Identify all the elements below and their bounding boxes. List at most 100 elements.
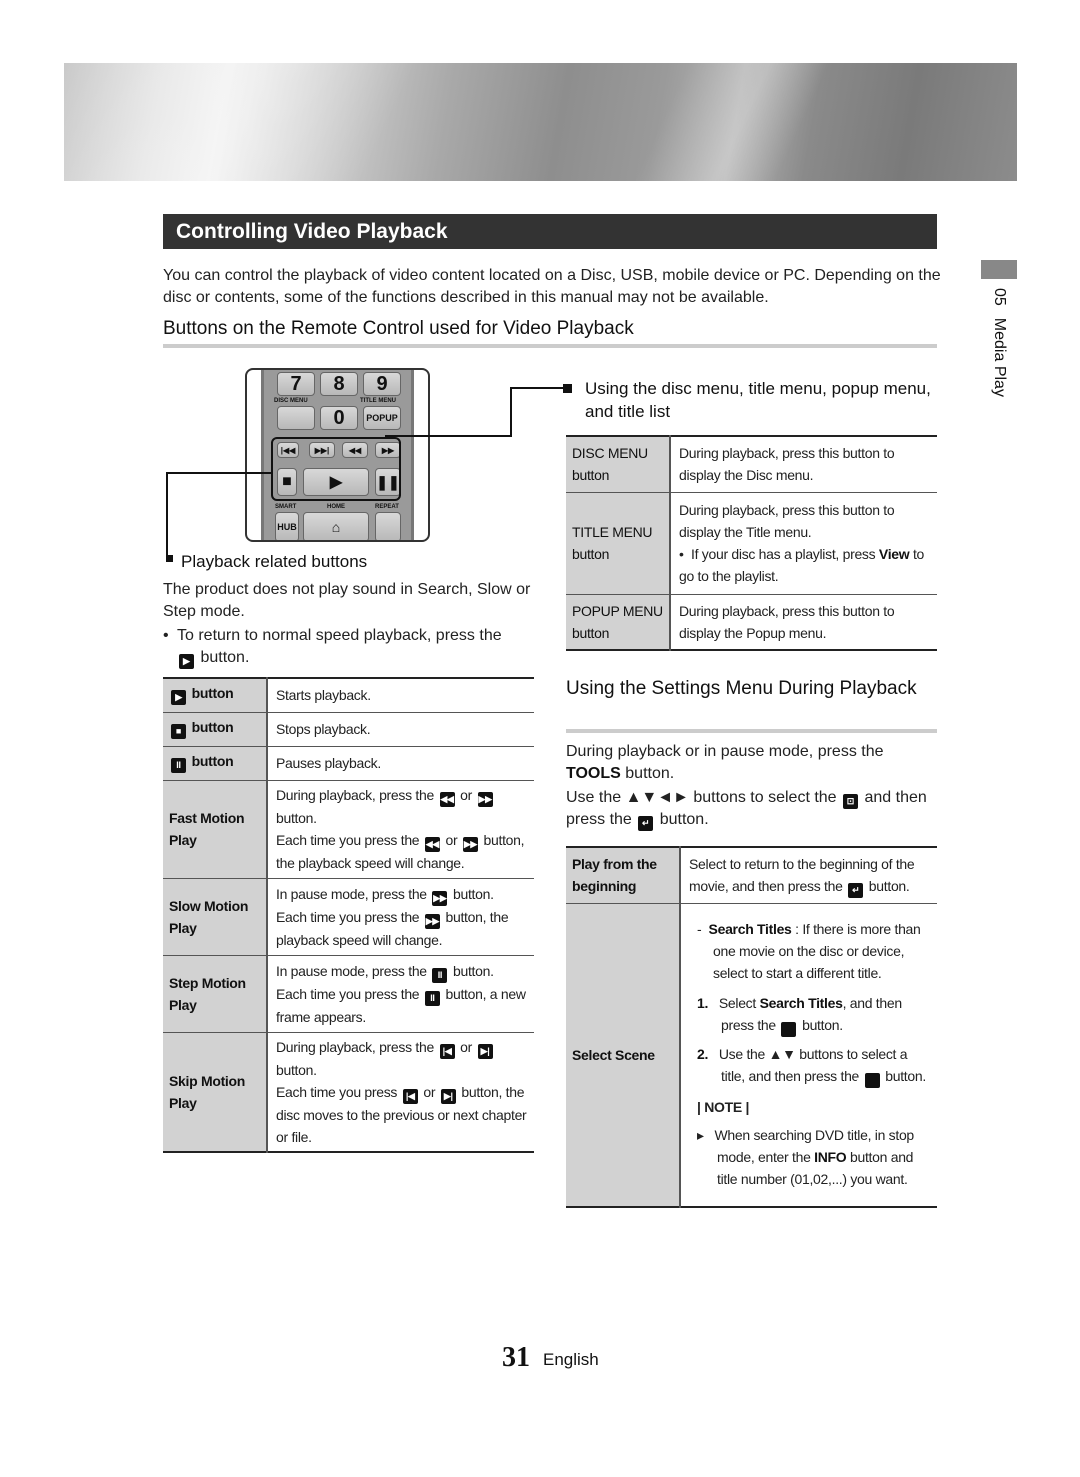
settings-para-1: During playback or in pause mode, press … [566,743,884,782]
chapter-label: 05 Media Play [990,288,1008,409]
row-value: Select to return to the beginning of the… [680,847,937,903]
hub-key: HUB [275,512,299,540]
callout-line [510,387,512,437]
fast-forward-icon: ▶▶ [432,890,448,906]
rewind-icon: ◀◀ [424,837,440,852]
disc-menu-label: DISC MENU [274,398,308,404]
menu-heading: Using the disc menu, title menu, popup m… [585,379,931,421]
chapter-number: 05 [991,288,1008,306]
menu-buttons-table: DISC MENU button During playback, press t… [566,435,937,651]
search-titles-desc: - Search Titles : If there is more than … [697,920,921,981]
bullet-square [166,555,173,562]
row-value: In pause mode, press the ▶▶ button. Each… [276,885,509,948]
table-row: Step Motion Play In pause mode, press th… [163,955,534,1032]
table-row: Play from the beginning Select to return… [566,847,937,903]
settings-rule [566,729,937,733]
title-menu-label: TITLE MENU [360,398,396,404]
settings-icon: ⊡ [843,794,859,809]
stop-icon: ■ [171,724,186,739]
callout-line [385,435,512,437]
table-row: Select Scene - Search Titles : If there … [566,903,937,1207]
fast-forward-icon: ▶▶ [462,837,478,852]
note-label: | NOTE | [697,1098,750,1115]
playback-buttons-table: ▶ button Starts playback. ■ button Stops… [163,677,534,1153]
row-value: During playback, press this button to di… [679,445,895,484]
step-2: 2. Use the ▲▼ buttons to select a title,… [697,1043,933,1088]
key-9: 9 [363,372,401,396]
key-0: 0 [320,406,358,430]
playback-heading: Playback related buttons [181,552,368,571]
key-7: 7 [277,372,315,396]
key-8: 8 [320,372,358,396]
chapter-tab [981,260,1017,279]
row-key: ▶ button [163,678,268,712]
step-1: 1. Select Search Titles, and then press … [697,992,933,1037]
chapter-title: Media Play [991,317,1008,397]
note-text: ▸ When searching DVD title, in stop mode… [697,1126,914,1187]
header-banner [64,63,1017,181]
row-key: Step Motion Play [163,955,268,1032]
bullet-text: To return to normal speed playback, pres… [177,627,502,644]
row-value: During playback, press this button to di… [679,502,925,584]
skip-forward-icon: ▶| [477,1043,493,1059]
row-value: During playback, press this button to di… [679,602,895,641]
page-language: English [543,1350,599,1369]
table-row: ▶ button Starts playback. [163,678,534,712]
table-row: Skip Motion Play During playback, press … [163,1032,534,1152]
table-row: TITLE MENU button During playback, press … [566,492,937,594]
row-key: DISC MENU button [566,436,671,492]
row-key: ■ button [163,712,268,746]
row-key: II button [163,746,268,780]
row-key: Skip Motion Play [163,1032,268,1152]
row-key: Fast Motion Play [163,780,268,878]
skip-back-icon: |◀ [402,1088,418,1104]
fast-forward-icon: ▶▶ [424,913,440,929]
play-icon: ▶ [179,654,194,669]
intro-text: You can control the playback of video co… [163,267,941,306]
row-value: In pause mode, press the II button. Each… [276,962,526,1025]
repeat-label: REPEAT [375,504,399,510]
row-key: Play from the beginning [566,847,681,903]
callout-bullet [563,384,572,393]
callout-line [166,472,168,558]
disc-menu-key [277,406,315,430]
row-key: TITLE MENU button [566,492,671,594]
row-key: Select Scene [566,903,681,1207]
playback-bullet: • To return to normal speed playback, pre… [163,625,533,669]
enter-icon: ↵ [773,1021,797,1037]
popup-key: POPUP [363,406,401,430]
subsection-rule [163,344,937,348]
enter-icon: ↵ [638,816,654,831]
enter-icon: ↵ [857,1072,880,1088]
play-icon: ▶ [171,690,186,706]
pause-icon: II [424,990,440,1006]
fast-forward-icon: ▶▶ [477,792,493,807]
table-row: ■ button Stops playback. [163,712,534,746]
callout-line [510,387,566,389]
callout-line [166,472,272,474]
subsection-title: Buttons on the Remote Control used for V… [163,318,634,339]
pause-icon: II [432,967,448,983]
row-value: Stops playback. [276,721,371,737]
enter-icon: ↵ [848,882,864,898]
repeat-key [375,512,401,540]
skip-forward-icon: ▶| [440,1088,456,1104]
skip-back-icon: |◀ [439,1043,455,1059]
settings-table: Play from the beginning Select to return… [566,846,937,1208]
row-value: Starts playback. [276,687,371,704]
home-label: HOME [327,504,345,510]
row-value: Pauses playback. [276,755,381,771]
playback-note: The product does not play sound in Searc… [163,581,531,620]
playback-buttons-highlight [271,437,401,501]
table-row: Slow Motion Play In pause mode, press th… [163,878,534,955]
table-row: II button Pauses playback. [163,746,534,780]
row-key: POPUP MENU button [566,594,671,650]
row-value: - Search Titles : If there is more than … [680,903,937,1207]
settings-para-2: Use the ▲▼◄► buttons to select the ⊡ and… [566,787,937,831]
page-number: 31 [502,1342,530,1373]
smart-label: SMART [275,504,297,510]
table-row: POPUP MENU button During playback, press … [566,594,937,650]
row-value: During playback, press the |◀ or ▶| butt… [276,1038,527,1145]
section-title: Controlling Video Playback [163,214,937,249]
table-row: Fast Motion Play During playback, press … [163,780,534,878]
